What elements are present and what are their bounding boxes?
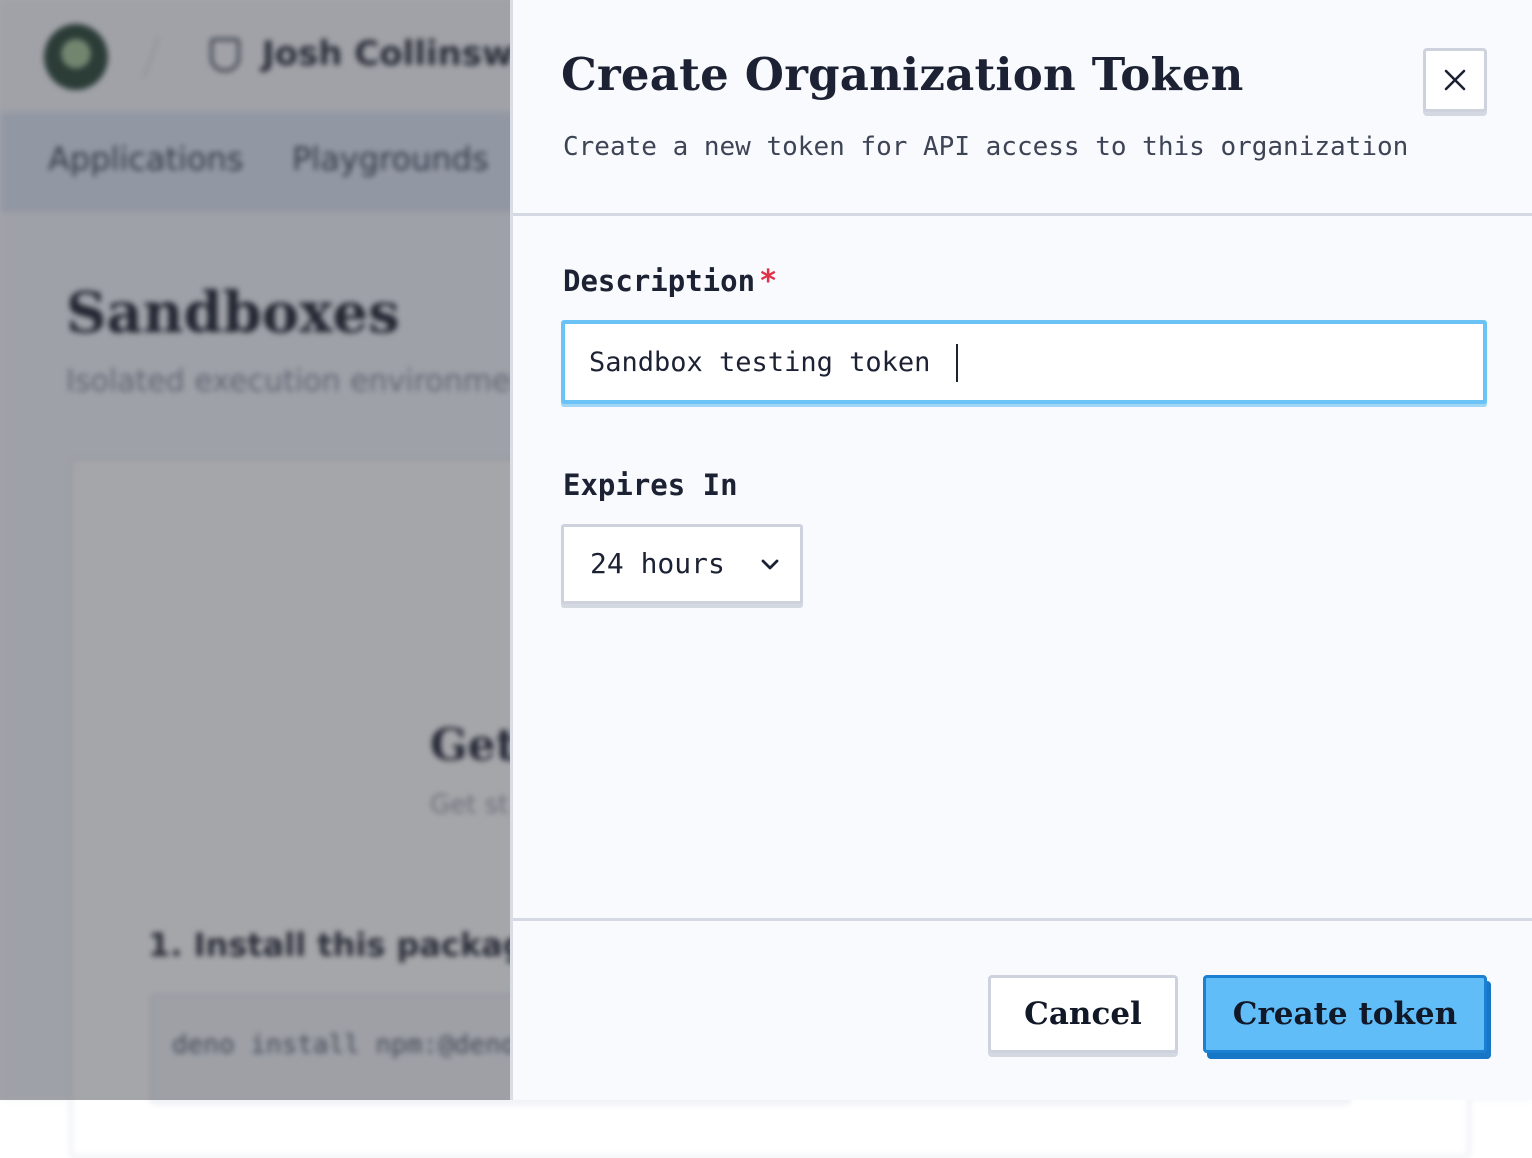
text-caret <box>956 344 958 382</box>
expires-selected-value: 24 hours <box>590 547 725 580</box>
description-label-row: Description * <box>563 264 777 299</box>
chevron-down-icon <box>761 559 779 570</box>
dialog-footer: Cancel Create token <box>513 918 1532 1100</box>
dialog-header: Create Organization Token Create a new t… <box>513 0 1532 216</box>
dialog-title: Create Organization Token <box>561 48 1244 101</box>
create-token-dialog: Create Organization Token Create a new t… <box>510 0 1532 1100</box>
dialog-subtitle: Create a new token for API access to thi… <box>563 132 1409 162</box>
cancel-button[interactable]: Cancel <box>988 975 1178 1053</box>
close-icon <box>1444 69 1466 91</box>
expires-label: Expires In <box>563 468 738 502</box>
description-field[interactable] <box>561 320 1487 404</box>
required-indicator: * <box>759 264 778 299</box>
create-token-button[interactable]: Create token <box>1203 975 1487 1053</box>
expires-select[interactable]: 24 hours <box>561 524 803 604</box>
description-label: Description <box>563 264 756 298</box>
description-input[interactable] <box>565 324 1483 400</box>
close-button[interactable] <box>1423 48 1487 112</box>
